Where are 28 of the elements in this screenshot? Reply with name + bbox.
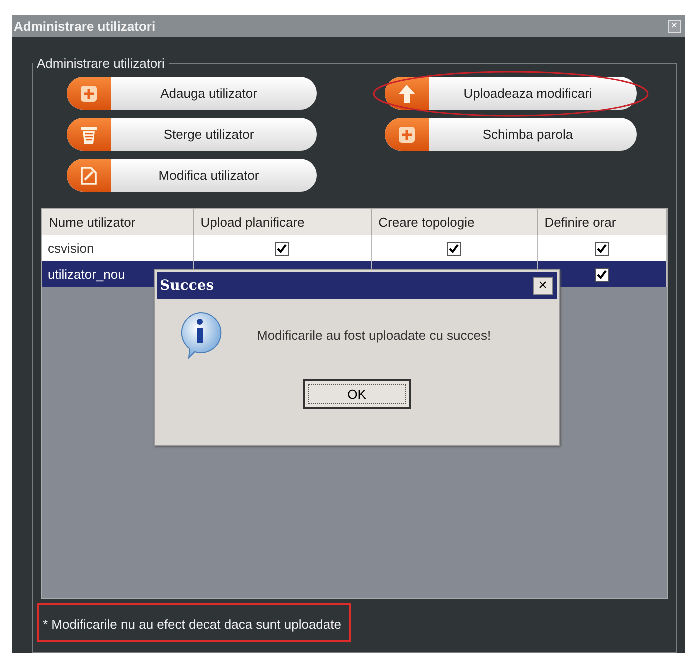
checkbox[interactable] [447, 242, 462, 256]
ok-button[interactable]: OK [303, 379, 411, 409]
action-button[interactable]: Modifica utilizator [67, 159, 317, 192]
dialog-title: Succes [160, 278, 214, 294]
window-title: Administrare utilizatori [14, 18, 156, 34]
group-legend: Administrare utilizatori [33, 56, 169, 71]
footnote: * Modificarile nu au efect decat daca sunt uploadate [37, 603, 352, 642]
user-name: utilizator_nou [48, 266, 126, 282]
column-header[interactable]: Nume utilizator [42, 209, 194, 235]
plus-icon [80, 84, 98, 102]
checkbox[interactable] [594, 242, 609, 256]
action-button[interactable]: Adauga utilizator [67, 77, 317, 110]
action-button[interactable]: Schimba parola [385, 118, 637, 151]
column-header[interactable]: Upload planificare [193, 209, 372, 235]
table-row[interactable]: csvision [42, 235, 666, 261]
dialog-message: Modificarile au fost uploadate cu succes! [257, 328, 492, 342]
user-name: csvision [48, 240, 94, 256]
trash-icon [80, 124, 98, 144]
checkbox[interactable] [594, 268, 609, 282]
up-arrow-icon [398, 84, 416, 104]
column-header[interactable]: Creare topologie [371, 209, 538, 235]
checkbox[interactable] [275, 242, 290, 256]
column-header[interactable]: Definire orar [537, 209, 666, 235]
action-button[interactable]: Uploadeaza modificari [385, 77, 637, 110]
edit-icon [79, 166, 99, 186]
action-button[interactable]: Sterge utilizator [67, 118, 317, 151]
plus-icon [398, 126, 416, 144]
close-button[interactable]: × [533, 276, 553, 294]
